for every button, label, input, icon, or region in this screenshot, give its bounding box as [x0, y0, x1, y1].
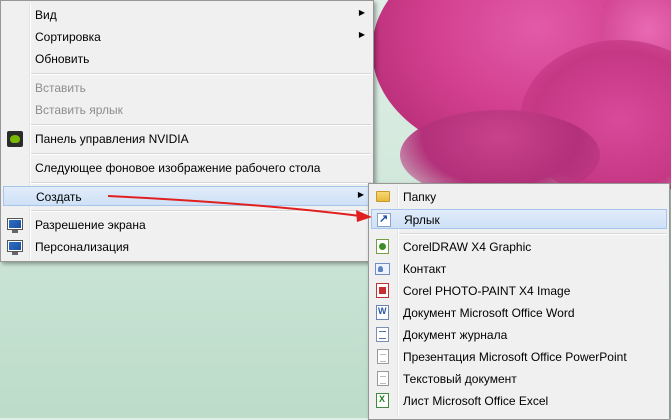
annotation-arrow-line [107, 195, 361, 217]
annotation-arrow-head [356, 210, 372, 222]
annotation-arrow [107, 195, 372, 222]
